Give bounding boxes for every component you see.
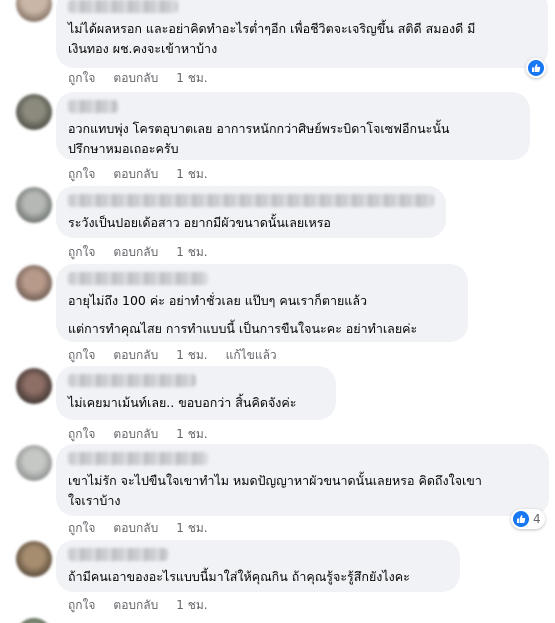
commenter-name-blurred[interactable]: [68, 548, 168, 561]
commenter-name-blurred[interactable]: [68, 452, 208, 465]
comment-text-line: อวกแทบพุ่ง โครตอุบาตเลย อาการหนักกว่าศิษ…: [68, 121, 450, 136]
like-action[interactable]: ถูกใจ: [68, 346, 95, 365]
avatar[interactable]: [16, 0, 52, 22]
comment-text-line: เขาไม่รัก จะไปขืนใจเขาทำไม หมดปัญญาหาผัว…: [68, 473, 482, 488]
thumbs-up-icon: [528, 60, 544, 76]
reply-action[interactable]: ตอบกลับ: [113, 596, 158, 615]
avatar[interactable]: [16, 368, 52, 404]
timestamp[interactable]: 1 ชม.: [176, 69, 207, 88]
comment-bubble: เขาไม่รัก จะไปขืนใจเขาทำไม หมดปัญญาหาผัว…: [56, 444, 549, 516]
like-action[interactable]: ถูกใจ: [68, 425, 95, 444]
comment-text-line: ปรึกษาหมอเถอะครับ: [68, 141, 179, 156]
comment-bubble: ไม่เคยมาเม้นท์เลย.. ขอบอกว่า สิ้นคิดจังค…: [56, 366, 336, 420]
reply-action[interactable]: ตอบกลับ: [113, 165, 158, 184]
comment-bubble: ระวังเป็นปอยเด้อสาว อยากมีผัวขนาดนั้นเลย…: [56, 186, 446, 238]
commenter-name-blurred[interactable]: [68, 194, 434, 207]
comment-text-line: ไม่เคยมาเม้นท์เลย.. ขอบอกว่า สิ้นคิดจังค…: [68, 395, 297, 410]
comment-actions: ถูกใจ ตอบกลับ 1 ชม.: [68, 597, 226, 613]
reply-action[interactable]: ตอบกลับ: [113, 69, 158, 88]
timestamp[interactable]: 1 ชม.: [176, 243, 207, 262]
comment-text-line: อายุไม่ถึง 100 ค่ะ อย่าทำชั่วเลย แป๊บๆ ค…: [68, 293, 368, 308]
avatar[interactable]: [16, 187, 52, 223]
timestamp[interactable]: 1 ชม.: [176, 165, 207, 184]
comment-actions: ถูกใจ ตอบกลับ 1 ชม.: [68, 426, 226, 442]
like-action[interactable]: ถูกใจ: [68, 165, 95, 184]
thumbs-up-icon: [513, 511, 529, 527]
commenter-name-blurred[interactable]: [68, 100, 118, 113]
timestamp[interactable]: 1 ชม.: [176, 346, 207, 365]
avatar[interactable]: [16, 541, 52, 577]
like-action[interactable]: ถูกใจ: [68, 69, 95, 88]
comment-bubble: ถ้ามีคนเอาของอะไรแบบนี้มาใส่ให้คุณกิน ถ้…: [56, 540, 460, 592]
reply-action[interactable]: ตอบกลับ: [113, 425, 158, 444]
commenter-name-blurred[interactable]: [68, 0, 178, 13]
avatar[interactable]: [16, 618, 52, 623]
timestamp[interactable]: 1 ชม.: [176, 425, 207, 444]
comment-bubble: ไม่ได้ผลหรอก และอย่าคิดทำอะไรต่ำๆอีก เพื…: [56, 0, 548, 68]
reaction-badge[interactable]: 4: [511, 509, 545, 529]
timestamp[interactable]: 1 ชม.: [176, 596, 207, 615]
comment-actions: ถูกใจ ตอบกลับ 1 ชม.: [68, 244, 226, 260]
avatar[interactable]: [16, 265, 52, 301]
comment-bubble: อายุไม่ถึง 100 ค่ะ อย่าทำชั่วเลย แป๊บๆ ค…: [56, 264, 468, 342]
comment-text-line: ถ้ามีคนเอาของอะไรแบบนี้มาใส่ให้คุณกิน ถ้…: [68, 569, 410, 584]
timestamp[interactable]: 1 ชม.: [176, 519, 207, 538]
avatar[interactable]: [16, 445, 52, 481]
reaction-count: 4: [533, 512, 541, 526]
comment-text-line: ระวังเป็นปอยเด้อสาว อยากมีผัวขนาดนั้นเลย…: [68, 215, 331, 230]
edited-label[interactable]: แก้ไขแล้ว: [226, 346, 277, 365]
like-action[interactable]: ถูกใจ: [68, 596, 95, 615]
reply-action[interactable]: ตอบกลับ: [113, 519, 158, 538]
comment-text-line: ใจเราบ้าง: [68, 493, 121, 508]
avatar[interactable]: [16, 94, 52, 130]
comment-actions: ถูกใจ ตอบกลับ 1 ชม.: [68, 166, 226, 182]
like-action[interactable]: ถูกใจ: [68, 243, 95, 262]
comment-actions: ถูกใจ ตอบกลับ 1 ชม.: [68, 520, 226, 536]
like-action[interactable]: ถูกใจ: [68, 519, 95, 538]
commenter-name-blurred[interactable]: [68, 272, 208, 285]
reply-action[interactable]: ตอบกลับ: [113, 243, 158, 262]
comment-actions: ถูกใจ ตอบกลับ 1 ชม.: [68, 70, 226, 86]
comment-actions: ถูกใจ ตอบกลับ 1 ชม. แก้ไขแล้ว: [68, 347, 277, 363]
comment-text-line: ไม่ได้ผลหรอก และอย่าคิดทำอะไรต่ำๆอีก เพื…: [68, 21, 476, 36]
comment-text-line: แต่การทำคุณไสย การทำแบบนี้ เป็นการขืนใจน…: [68, 321, 418, 336]
reaction-badge[interactable]: [526, 58, 546, 78]
reply-action[interactable]: ตอบกลับ: [113, 346, 158, 365]
comment-bubble: อวกแทบพุ่ง โครตอุบาตเลย อาการหนักกว่าศิษ…: [56, 92, 530, 160]
comment-text-line: เงินทอง ผช.คงจะเข้าหาบ้าง: [68, 41, 218, 56]
commenter-name-blurred[interactable]: [68, 374, 196, 387]
